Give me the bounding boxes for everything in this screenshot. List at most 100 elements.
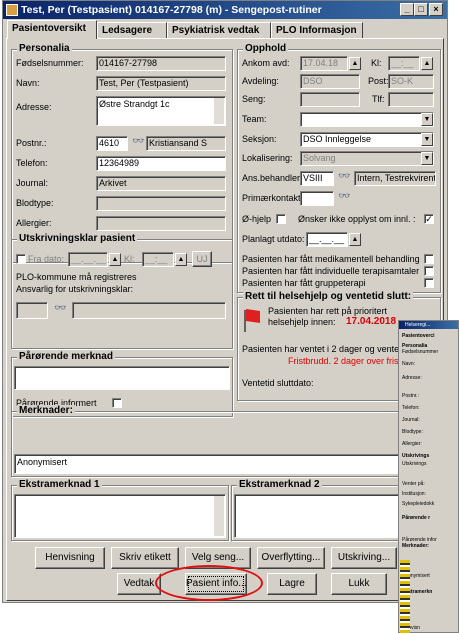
primaerkontakt-search-icon[interactable]: 👓	[338, 191, 350, 202]
parorende-title: Pårørende merknad	[17, 351, 115, 362]
lagre-button[interactable]: Lagre	[267, 573, 317, 595]
check-gruppeterapi-label: Pasienten har fått gruppeterapi	[242, 278, 366, 288]
plo-kommune-text: PLO-kommune må registreres	[16, 272, 137, 282]
telefon-field[interactable]: 12364989	[96, 156, 226, 171]
ankomst-kl-spinner[interactable]: ▲	[421, 57, 433, 70]
utskr-kl-label: Kl:	[124, 254, 135, 264]
ansbehandler-field[interactable]: VSIII	[300, 171, 334, 186]
tab-pasientoversikt[interactable]: Pasientoversikt	[7, 20, 97, 39]
post-field: SO-K	[388, 74, 434, 89]
flag-cloth	[246, 309, 260, 323]
ankomst-label: Ankom avd:	[242, 58, 290, 68]
opphold-title: Opphold	[243, 43, 289, 54]
primaerkontakt-field[interactable]	[300, 191, 334, 206]
ventetid-label: Ventetid sluttdato:	[242, 378, 314, 388]
post-label: Post:	[368, 76, 389, 86]
postnr-field[interactable]: 4610	[96, 136, 128, 151]
allergier-field	[96, 216, 226, 231]
team-select[interactable]	[300, 112, 434, 127]
ekstra2-title: Ekstramerknad 2	[237, 479, 322, 490]
postnr-search-icon[interactable]: 👓	[132, 136, 144, 147]
window-title: Test, Per (Testpasient) 014167-27798 (m)…	[21, 4, 322, 16]
fradato-field: __.__.__	[68, 252, 108, 267]
ansvarlig-code-field	[16, 302, 48, 319]
close-button[interactable]: ×	[429, 3, 443, 16]
ankomst-spinner[interactable]: ▲	[349, 57, 361, 70]
ansvarlig-text: Ansvarlig for utskrivningsklar:	[16, 284, 134, 294]
parorende-textarea[interactable]	[14, 366, 230, 390]
ov-line-17: Merknader:	[402, 543, 429, 549]
check-terapisamtaler-label: Pasienten har fått individuelle terapisa…	[242, 266, 420, 276]
fristbrudd-text: Fristbrudd. 2 dager over frist	[288, 356, 402, 366]
seng-label: Seng:	[242, 94, 266, 104]
maximize-button[interactable]: □	[414, 3, 428, 16]
onsker-checkbox[interactable]: ✓	[424, 214, 434, 224]
seksjon-dropdown-icon[interactable]: ▼	[421, 133, 433, 146]
fradato-label: Fra dato:	[28, 254, 65, 264]
uj-button[interactable]: UJ	[192, 251, 212, 267]
seng-field	[300, 92, 360, 107]
avdeling-field: DSO	[300, 74, 360, 89]
tlf-field	[388, 92, 434, 107]
ventet-text: Pasienten har ventet i 2 dager og venter	[242, 344, 403, 354]
blodtype-label: Blodtype:	[16, 198, 54, 208]
ohjelp-checkbox[interactable]	[276, 214, 286, 224]
lukk-button[interactable]: Lukk	[331, 573, 387, 595]
parorende-informert-checkbox[interactable]	[112, 398, 122, 408]
planlagt-field[interactable]: __.__.__	[306, 232, 348, 247]
tab-plo-informasjon[interactable]: PLO Informasjon	[271, 22, 363, 39]
ekstra1-scrollbar[interactable]	[214, 496, 224, 536]
rett-date: 17.04.2018	[346, 316, 397, 327]
postnr-label: Postnr.:	[16, 138, 47, 148]
navn-field: Test, Per (Testpasient)	[96, 76, 226, 91]
ov-line-0: Pasientoverci	[402, 333, 435, 339]
tab-psykiatrisk-vedtak[interactable]: Psykiatrisk vedtak	[167, 22, 271, 39]
navn-label: Navn:	[16, 78, 40, 88]
henvisning-button[interactable]: Henvisning	[35, 547, 105, 569]
ov-line-12: Venter på:	[402, 481, 425, 487]
lokalisering-dropdown-icon: ▼	[421, 152, 433, 165]
fradato-spinner: ▲	[109, 253, 121, 266]
ekstra1-textarea[interactable]	[14, 494, 226, 538]
rett-line2: helsehjelp innen:	[268, 317, 336, 327]
seksjon-label: Seksjon:	[242, 134, 277, 144]
ov-line-6: Telefon:	[402, 405, 420, 411]
ov-line-7: Journal:	[402, 417, 420, 423]
ov-line-3: Navn:	[402, 361, 416, 367]
utskr-kl-field: __:__	[142, 252, 174, 267]
app-icon	[6, 4, 18, 16]
ankomst-kl-field: __:__	[388, 56, 420, 71]
check-medikament[interactable]	[424, 254, 434, 264]
team-dropdown-icon[interactable]: ▼	[421, 113, 433, 126]
journal-label: Journal:	[16, 178, 49, 188]
onsker-label: Ønsker ikke opplyst om innl. :	[298, 214, 416, 224]
merknader-textarea[interactable]: Anonymisert	[14, 454, 438, 474]
ankomst-kl-label: Kl:	[371, 58, 382, 68]
utskriving-button[interactable]: Utskriving...	[331, 547, 397, 569]
ansbehandler-search-icon[interactable]: 👓	[338, 171, 350, 182]
tab-panel: Personalia Fødselsnummer: 014167-27798 N…	[6, 38, 444, 601]
check-terapisamtaler[interactable]	[424, 266, 434, 276]
adresse-label: Adresse:	[16, 102, 52, 112]
minimize-button[interactable]: _	[400, 3, 414, 16]
check-gruppeterapi[interactable]	[424, 278, 434, 288]
ov-line-15: Pårørende r	[402, 515, 431, 521]
personalia-group: Personalia Fødselsnummer: 014167-27798 N…	[11, 43, 233, 263]
adresse-field[interactable]: Østre Strandgt 1c	[96, 96, 226, 126]
planlagt-spinner[interactable]: ▲	[349, 233, 361, 246]
fradato-checkbox[interactable]	[16, 254, 26, 264]
check-medikament-label: Pasienten har fått medikamentell behandl…	[242, 254, 420, 264]
tab-ledsagere[interactable]: Ledsagere	[97, 22, 167, 39]
ansbehandler-label: Ans.behandler:	[242, 173, 303, 183]
adresse-value: Østre Strandgt 1c	[99, 99, 170, 109]
highlight-circle	[155, 565, 263, 601]
ov-line-14: Sykepleiedokk	[402, 501, 435, 507]
ov-line-10: Utskrivings	[402, 453, 430, 459]
ekstra1-group: Ekstramerknad 1	[11, 479, 229, 541]
fodselsnummer-field: 014167-27798	[96, 56, 226, 71]
seksjon-select[interactable]: DSO Innleggelse	[300, 132, 434, 147]
skriv-etikett-button[interactable]: Skriv etikett	[111, 547, 179, 569]
adresse-scrollbar[interactable]	[214, 98, 224, 124]
overflytting-button[interactable]: Overflytting...	[257, 547, 325, 569]
telefon-label: Telefon:	[16, 158, 48, 168]
